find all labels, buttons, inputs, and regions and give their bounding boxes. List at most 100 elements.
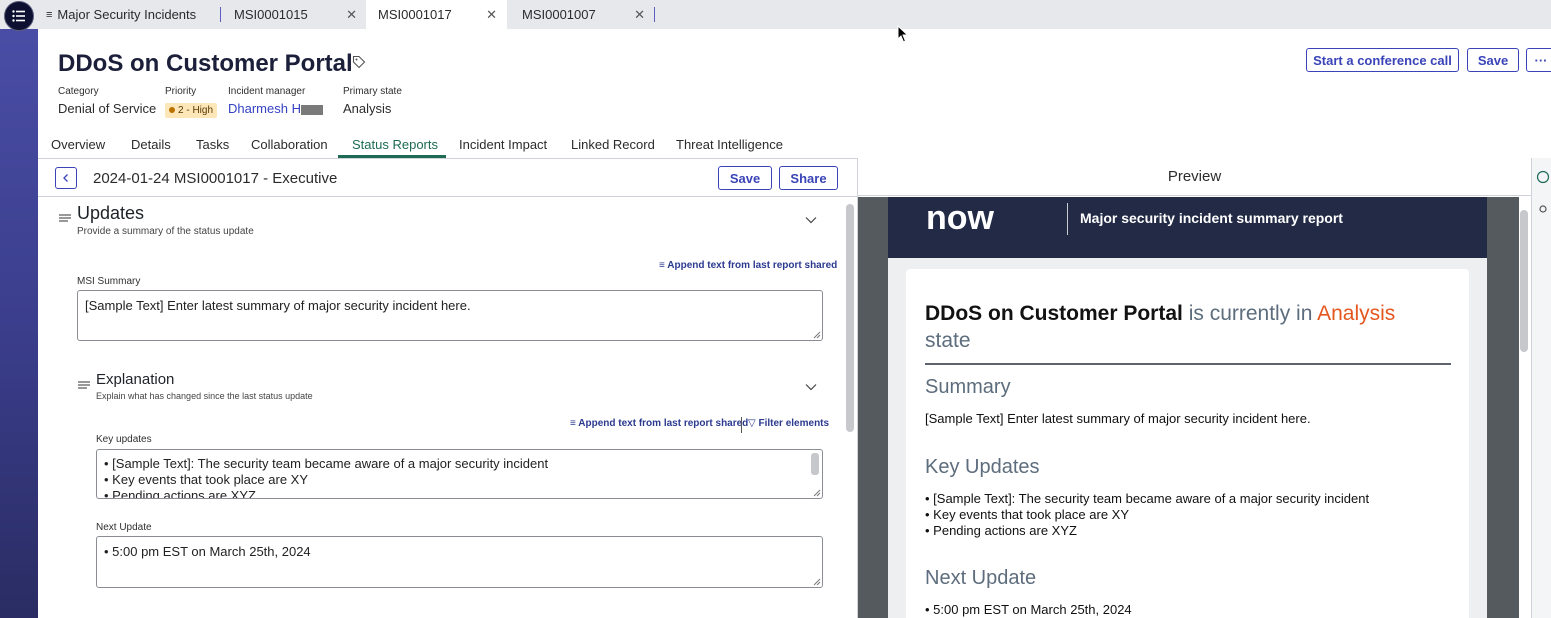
tab-status-reports[interactable]: Status Reports (352, 137, 438, 152)
key-update-line: • Pending actions are XYZ (104, 488, 256, 499)
close-icon[interactable]: ✕ (486, 7, 497, 23)
field-scrollbar[interactable] (811, 453, 819, 475)
tab-divider (654, 7, 655, 22)
editor-save-button[interactable]: Save (718, 166, 772, 190)
text-lines-icon: ≡ (659, 260, 665, 271)
priority-badge: 2 - High (165, 103, 218, 118)
priority-field: Priority 2 - High (165, 86, 218, 118)
preview-key-updates: • [Sample Text]: The security team becam… (925, 491, 1369, 539)
settings-icon[interactable] (1536, 202, 1550, 216)
headline-rule (925, 363, 1451, 365)
servicenow-logo-icon: now (926, 203, 995, 233)
report-title: 2024-01-24 MSI0001017 - Executive (93, 170, 338, 187)
tab-label: Major Security Incidents (57, 7, 197, 22)
banner-divider (1067, 203, 1068, 235)
key-updates-field[interactable]: • [Sample Text]: The security team becam… (96, 449, 823, 499)
headline-end: state (925, 329, 971, 352)
chevron-down-icon[interactable] (805, 383, 817, 391)
next-update-heading: Next Update (925, 567, 1037, 589)
append-text-label: Append text from last report shared (667, 260, 838, 271)
state-value: Analysis (343, 101, 392, 116)
tab-linked-record[interactable]: Linked Record (571, 137, 655, 152)
priority-dot-icon (169, 107, 175, 114)
tab-details[interactable]: Details (131, 137, 171, 152)
tab-tasks[interactable]: Tasks (196, 137, 229, 152)
report-banner: now Major security incident summary repo… (888, 197, 1487, 258)
record-tabs: Overview Details Tasks Collaboration Sta… (38, 133, 1551, 159)
text-lines-icon (78, 381, 90, 389)
priority-value: 2 - High (178, 105, 214, 116)
tab-incident-impact[interactable]: Incident Impact (459, 137, 547, 152)
more-options-button[interactable]: ··· (1526, 48, 1551, 72)
append-text-link[interactable]: ≡ Append text from last report shared (570, 418, 748, 429)
category-value: Denial of Service (58, 101, 157, 116)
filter-elements-label: Filter elements (758, 418, 830, 429)
report-headline: DDoS on Customer Portal is currently in … (925, 300, 1445, 354)
key-update-line: • [Sample Text]: The security team becam… (104, 456, 549, 471)
msi-summary-label: MSI Summary (77, 276, 141, 287)
svg-text:now: now (926, 203, 995, 233)
filter-icon: ▽ (748, 418, 756, 429)
append-text-label: Append text from last report shared (578, 418, 749, 429)
tab-major-security-incidents[interactable]: ≡ Major Security Incidents (46, 0, 216, 29)
state-label: Primary state (343, 86, 402, 97)
sidebar-icon[interactable] (1536, 170, 1550, 184)
close-icon[interactable]: ✕ (346, 7, 357, 23)
preview-key-update-line: • Pending actions are XYZ (925, 523, 1077, 538)
back-button[interactable] (55, 167, 77, 189)
report-preview: now Major security incident summary repo… (888, 197, 1487, 618)
menu-icon[interactable] (4, 1, 34, 31)
filter-elements-link[interactable]: ▽ Filter elements (748, 418, 829, 429)
list-icon: ≡ (46, 8, 53, 21)
summary-text: [Sample Text] Enter latest summary of ma… (925, 411, 1311, 426)
tab-msi0001017[interactable]: MSI0001017 ✕ (366, 0, 507, 29)
chevron-left-icon (63, 174, 68, 182)
editor-scrollbar[interactable] (846, 204, 854, 432)
tab-threat-intelligence[interactable]: Threat Intelligence (676, 137, 783, 152)
mouse-cursor-icon (897, 25, 909, 43)
updates-title: Updates (77, 203, 145, 223)
explanation-subtitle: Explain what has changed since the last … (96, 391, 313, 401)
banner-title: Major security incident summary report (1080, 210, 1343, 226)
redacted-block (300, 104, 323, 115)
summary-heading: Summary (925, 376, 1011, 398)
tab-strip: ≡ Major Security Incidents MSI0001015 ✕ … (38, 0, 1551, 29)
next-update-field[interactable]: • 5:00 pm EST on March 25th, 2024 (96, 536, 823, 588)
share-button[interactable]: Share (779, 166, 838, 190)
text-lines-icon: ≡ (570, 418, 576, 429)
preview-title: Preview (1167, 168, 1222, 185)
tab-msi0001015[interactable]: MSI0001015 ✕ (226, 0, 359, 29)
report-card: DDoS on Customer Portal is currently in … (906, 269, 1469, 618)
manager-label: Incident manager (228, 86, 306, 97)
tab-label: MSI0001015 (234, 7, 308, 22)
tab-overview[interactable]: Overview (51, 137, 105, 152)
preview-scrollbar[interactable] (1520, 210, 1528, 352)
save-button[interactable]: Save (1467, 48, 1519, 72)
right-side-rail (1531, 158, 1551, 618)
category-field: Category Denial of Service (58, 86, 156, 116)
next-update-label: Next Update (96, 522, 152, 533)
append-text-link[interactable]: ≡ Append text from last report shared (659, 260, 837, 271)
preview-header: Preview (858, 158, 1531, 196)
text-lines-icon (59, 214, 71, 222)
updates-subtitle: Provide a summary of the status update (77, 226, 254, 237)
resize-handle-icon[interactable] (813, 489, 821, 497)
headline-mid: is currently in (1182, 302, 1318, 325)
tag-icon[interactable] (352, 55, 366, 69)
chevron-down-icon[interactable] (805, 216, 817, 224)
next-update-value: • 5:00 pm EST on March 25th, 2024 (104, 544, 311, 559)
manager-link[interactable]: Dharmesh H (228, 101, 301, 116)
tab-divider (220, 7, 221, 22)
close-icon[interactable]: ✕ (634, 7, 645, 23)
category-label: Category (58, 86, 99, 97)
incident-manager-field: Incident manager Dharmesh H (228, 86, 323, 116)
primary-state-field: Primary state Analysis (343, 86, 402, 116)
msi-summary-field[interactable]: [Sample Text] Enter latest summary of ma… (77, 290, 823, 341)
start-conference-call-button[interactable]: Start a conference call (1306, 48, 1459, 72)
preview-key-update-line: • Key events that took place are XY (925, 507, 1130, 522)
resize-handle-icon[interactable] (813, 578, 821, 586)
resize-handle-icon[interactable] (813, 331, 821, 339)
tab-collaboration[interactable]: Collaboration (251, 137, 328, 152)
tab-msi0001007[interactable]: MSI0001007 ✕ (514, 0, 647, 29)
key-updates-heading: Key Updates (925, 456, 1040, 478)
